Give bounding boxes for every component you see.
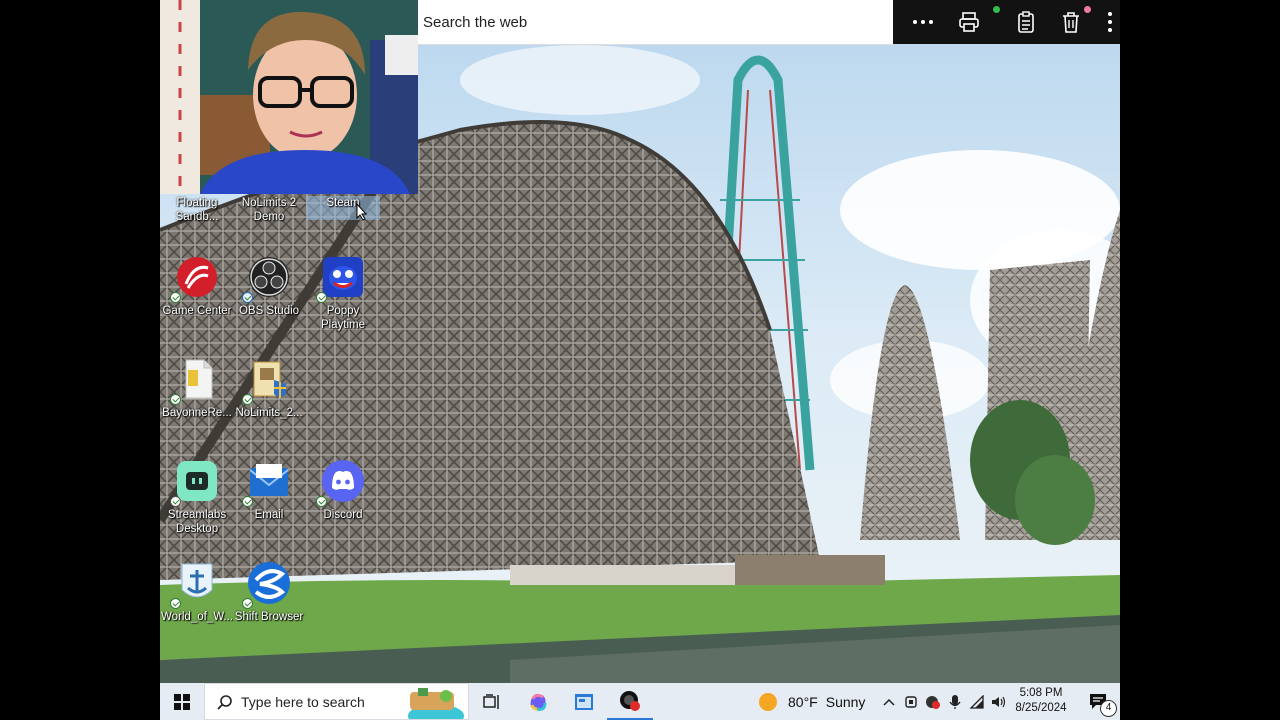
- desktop-icon-floating-sandbox[interactable]: Floating Sandb...: [160, 196, 234, 232]
- web-search-placeholder: Search the web: [423, 13, 528, 31]
- desktop-icon-label: BayonneRe...: [162, 407, 232, 419]
- sync-check-icon: [242, 598, 253, 609]
- sun-icon: [759, 692, 777, 711]
- world-of-warships-icon: [170, 560, 220, 609]
- desktop-icon-label: NoLimits_2...: [235, 407, 303, 419]
- sync-check-icon: [170, 394, 181, 405]
- windows-logo-icon: [174, 693, 190, 710]
- mouse-cursor-icon: [356, 203, 368, 221]
- app-window-icon: [575, 693, 593, 710]
- weather-condition: Sunny: [825, 693, 866, 710]
- desktop-icon-poppy-playtime[interactable]: Poppy Playtime: [306, 250, 380, 334]
- notification-center-button[interactable]: 4: [1078, 683, 1120, 720]
- desktop-icon-email[interactable]: Email: [232, 454, 306, 550]
- status-dot-pink: [1084, 6, 1091, 13]
- poppy-playtime-icon: [316, 254, 366, 303]
- recording-app-icon: [620, 690, 640, 711]
- copilot-icon: [530, 693, 547, 711]
- sync-check-icon: [316, 496, 327, 507]
- sync-check-icon: [316, 292, 327, 303]
- shortcut-arrow-icon: [170, 496, 181, 507]
- sync-check-icon: [170, 292, 181, 303]
- webcam-overlay: [160, 0, 418, 194]
- more-icon[interactable]: [909, 8, 937, 36]
- shift-browser-icon: [242, 560, 292, 609]
- app-window-button[interactable]: [561, 683, 607, 720]
- desktop-icon-label: Discord: [323, 509, 363, 521]
- desktop-icon-obs-studio[interactable]: OBS Studio: [232, 250, 306, 346]
- cloud-sync-icon: [242, 292, 253, 303]
- recording-app-button[interactable]: [607, 683, 653, 720]
- desktop-icon-game-center[interactable]: Game Center: [160, 250, 234, 346]
- search-icon: [217, 694, 232, 710]
- browser-toolbar: [893, 0, 1120, 44]
- print-icon[interactable]: [955, 8, 983, 36]
- desktop-icon-label: World_of_W...: [160, 611, 233, 623]
- device-icon[interactable]: [900, 683, 922, 720]
- discord-icon: [316, 458, 366, 507]
- trash-icon[interactable]: [1057, 8, 1085, 36]
- desktop-icon-nolimits-2-installer[interactable]: NoLimits_2...: [232, 352, 306, 448]
- sync-check-icon: [170, 598, 181, 609]
- desktop-icon-world-of-warships[interactable]: World_of_W...: [160, 556, 234, 652]
- desktop-icon-label: Email: [254, 509, 284, 521]
- desktop-icon-label: Shift Browser: [234, 611, 304, 623]
- file-icon: [170, 356, 220, 405]
- task-view-button[interactable]: [469, 683, 515, 720]
- desktop-screen: Search the web Floating Sandb... NoLimit…: [160, 0, 1120, 720]
- desktop-icon-label: Streamlabs Desktop: [167, 509, 227, 535]
- chevron-up-icon[interactable]: [878, 683, 900, 720]
- desktop-icon-streamlabs-desktop[interactable]: Streamlabs Desktop: [160, 454, 234, 550]
- desktop-icon-label: Floating Sandb...: [175, 197, 219, 223]
- weather-temp: 80°F: [788, 693, 818, 710]
- sync-check-icon: [242, 394, 253, 405]
- microphone-icon[interactable]: [944, 683, 966, 720]
- desktop-icon-discord[interactable]: Discord: [306, 454, 380, 550]
- desktop-icon-steam[interactable]: Steam: [306, 196, 380, 220]
- weather-widget[interactable]: 80°F Sunny: [758, 683, 865, 720]
- desktop-icon-label: Poppy Playtime: [320, 305, 366, 331]
- clock-date: 8/25/2024: [1015, 702, 1067, 714]
- taskbar-clock[interactable]: 5:08 PM 8/25/2024: [1008, 686, 1074, 716]
- status-dot-green: [993, 6, 1000, 13]
- clock-time: 5:08 PM: [1019, 687, 1063, 699]
- desktop-icon-nolimits-2-demo[interactable]: NoLimits 2 Demo: [232, 196, 306, 232]
- taskbar-search-placeholder: Type here to search: [241, 693, 365, 710]
- desktop-icon-bayonnere[interactable]: BayonneRe...: [160, 352, 234, 448]
- notification-count-badge: 4: [1100, 700, 1117, 717]
- task-view-icon: [483, 693, 499, 709]
- desktop-icon-label: OBS Studio: [238, 305, 300, 317]
- taskbar: Type here to search 80°F Sunny 5:08 PM 8…: [160, 683, 1120, 720]
- search-highlight-image: [408, 688, 464, 719]
- desktop-icon-label: NoLimits 2 Demo: [241, 197, 297, 223]
- start-button[interactable]: [160, 683, 204, 720]
- email-icon: [242, 458, 292, 507]
- copilot-button[interactable]: [515, 683, 561, 720]
- volume-icon[interactable]: [988, 683, 1010, 720]
- desktop-icon-label: Steam: [326, 197, 360, 209]
- kebab-menu-icon[interactable]: [1103, 8, 1117, 36]
- sync-check-icon: [242, 496, 253, 507]
- game-center-icon: [170, 254, 220, 303]
- taskbar-search-box[interactable]: Type here to search: [204, 683, 469, 720]
- obs-studio-icon: [242, 254, 292, 303]
- wifi-icon[interactable]: [966, 683, 988, 720]
- clipboard-icon[interactable]: [1012, 8, 1040, 36]
- desktop-icon-label: Game Center: [162, 305, 232, 317]
- streamlabs-icon: [170, 458, 220, 507]
- system-tray: [878, 683, 1010, 720]
- web-search-bar[interactable]: Search the web: [418, 0, 893, 45]
- desktop-icon-shift-browser[interactable]: Shift Browser: [232, 556, 306, 652]
- installer-icon: [242, 356, 292, 405]
- network-error-icon[interactable]: [922, 683, 944, 720]
